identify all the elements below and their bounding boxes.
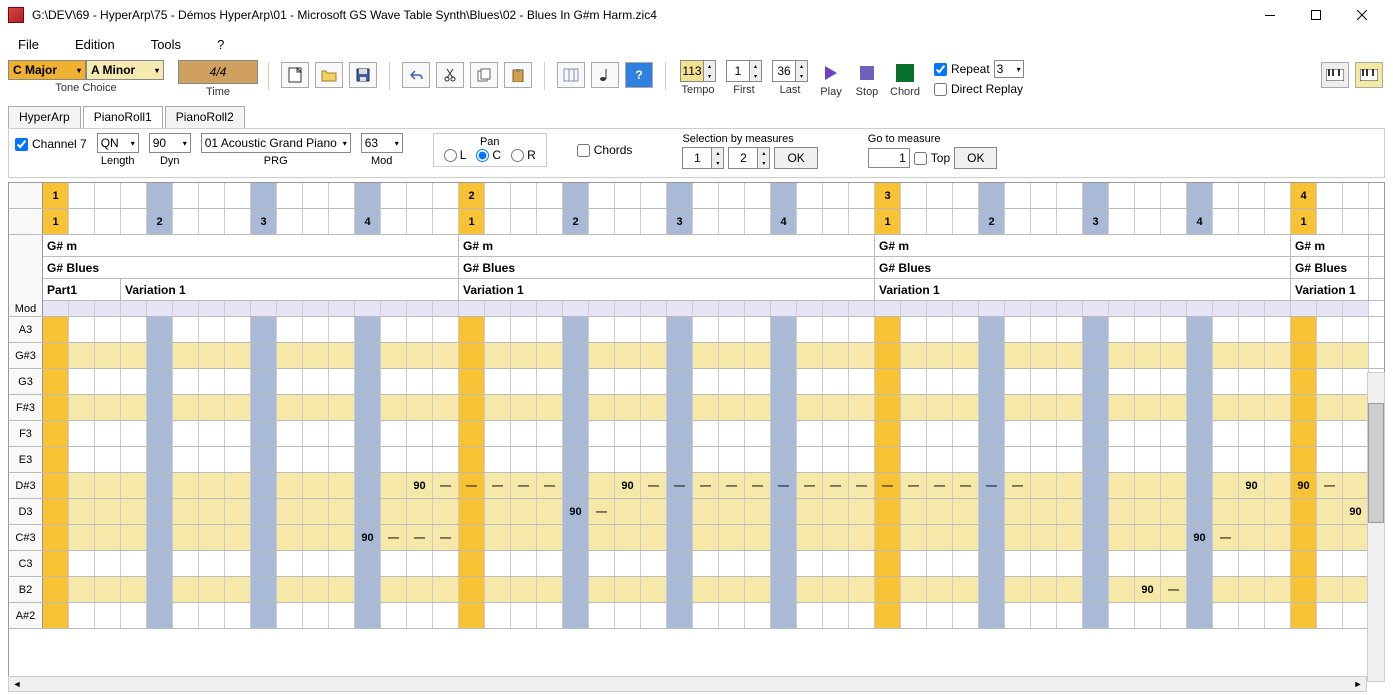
play-button[interactable]: [820, 62, 842, 84]
menu-file[interactable]: File: [10, 33, 47, 56]
horizontal-scrollbar[interactable]: ◄ ►: [8, 676, 1367, 692]
keyboard-icon-2[interactable]: [1355, 62, 1383, 88]
help-icon[interactable]: ?: [625, 62, 653, 88]
stop-button[interactable]: [856, 62, 878, 84]
note-icon[interactable]: [591, 62, 619, 88]
first-input[interactable]: 1▴▾: [726, 60, 762, 82]
pan-group: Pan L C R: [433, 133, 547, 167]
controls-bar: Channel 7 QN▾ Length 90▾ Dyn 01 Acoustic…: [8, 128, 1385, 178]
repeat-checkbox[interactable]: [934, 63, 947, 76]
goto-top-checkbox[interactable]: [914, 152, 927, 165]
copy-icon[interactable]: [470, 62, 498, 88]
undo-icon[interactable]: [402, 62, 430, 88]
tone-minor-select[interactable]: A Minor▾: [86, 60, 164, 80]
new-file-icon[interactable]: [281, 62, 309, 88]
minimize-button[interactable]: [1247, 0, 1293, 30]
prg-select[interactable]: 01 Acoustic Grand Piano▾: [201, 133, 351, 153]
chord-button[interactable]: [894, 62, 916, 84]
maximize-button[interactable]: [1293, 0, 1339, 30]
last-input[interactable]: 36▴▾: [772, 60, 808, 82]
sel-from-input[interactable]: 1▴▾: [682, 147, 724, 169]
save-icon[interactable]: [349, 62, 377, 88]
time-label: Time: [206, 86, 230, 98]
titlebar: G:\DEV\69 - HyperArp\75 - Démos HyperArp…: [0, 0, 1393, 30]
tone-major-select[interactable]: C Major▾: [8, 60, 86, 80]
tab-pianoroll2[interactable]: PianoRoll2: [165, 106, 245, 128]
toolbar: C Major▾ A Minor▾ Tone Choice 4/4 Time ?…: [0, 58, 1393, 106]
direct-replay-checkbox[interactable]: [934, 83, 947, 96]
app-icon: [8, 7, 24, 23]
cut-icon[interactable]: [436, 62, 464, 88]
dyn-select[interactable]: 90▾: [149, 133, 191, 153]
sel-to-input[interactable]: 2▴▾: [728, 147, 770, 169]
tempo-input[interactable]: 113▴▾: [680, 60, 716, 82]
open-file-icon[interactable]: [315, 62, 343, 88]
mod-select[interactable]: 63▾: [361, 133, 403, 153]
menubar: File Edition Tools ?: [0, 30, 1393, 58]
menu-tools[interactable]: Tools: [143, 33, 189, 56]
grid-icon[interactable]: [557, 62, 585, 88]
selection-ok-button[interactable]: OK: [774, 147, 817, 169]
scroll-right-icon[interactable]: ►: [1350, 677, 1366, 691]
piano-roll-grid[interactable]: 12341234123412341G# mG# mG# mG# mG# Blue…: [8, 182, 1385, 682]
channel-checkbox[interactable]: [15, 138, 28, 151]
tab-hyperarp[interactable]: HyperArp: [8, 106, 81, 128]
pan-l-radio[interactable]: L: [444, 148, 467, 162]
menu-help[interactable]: ?: [209, 33, 232, 56]
tab-bar: HyperArp PianoRoll1 PianoRoll2: [0, 106, 1393, 128]
repeat-count-select[interactable]: 3▾: [994, 60, 1024, 78]
menu-edition[interactable]: Edition: [67, 33, 123, 56]
pan-c-radio[interactable]: C: [476, 148, 501, 162]
close-button[interactable]: [1339, 0, 1385, 30]
vertical-scrollbar[interactable]: [1367, 372, 1385, 682]
keyboard-icon-1[interactable]: [1321, 62, 1349, 88]
tab-pianoroll1[interactable]: PianoRoll1: [83, 106, 163, 128]
scroll-left-icon[interactable]: ◄: [9, 677, 25, 691]
pan-r-radio[interactable]: R: [511, 148, 536, 162]
tone-label: Tone Choice: [55, 82, 116, 94]
time-signature[interactable]: 4/4: [178, 60, 258, 84]
chords-checkbox[interactable]: [577, 144, 590, 157]
goto-input[interactable]: 1: [868, 148, 910, 168]
goto-ok-button[interactable]: OK: [954, 147, 997, 169]
window-title: G:\DEV\69 - HyperArp\75 - Démos HyperArp…: [32, 8, 1247, 22]
paste-icon[interactable]: [504, 62, 532, 88]
length-select[interactable]: QN▾: [97, 133, 139, 153]
